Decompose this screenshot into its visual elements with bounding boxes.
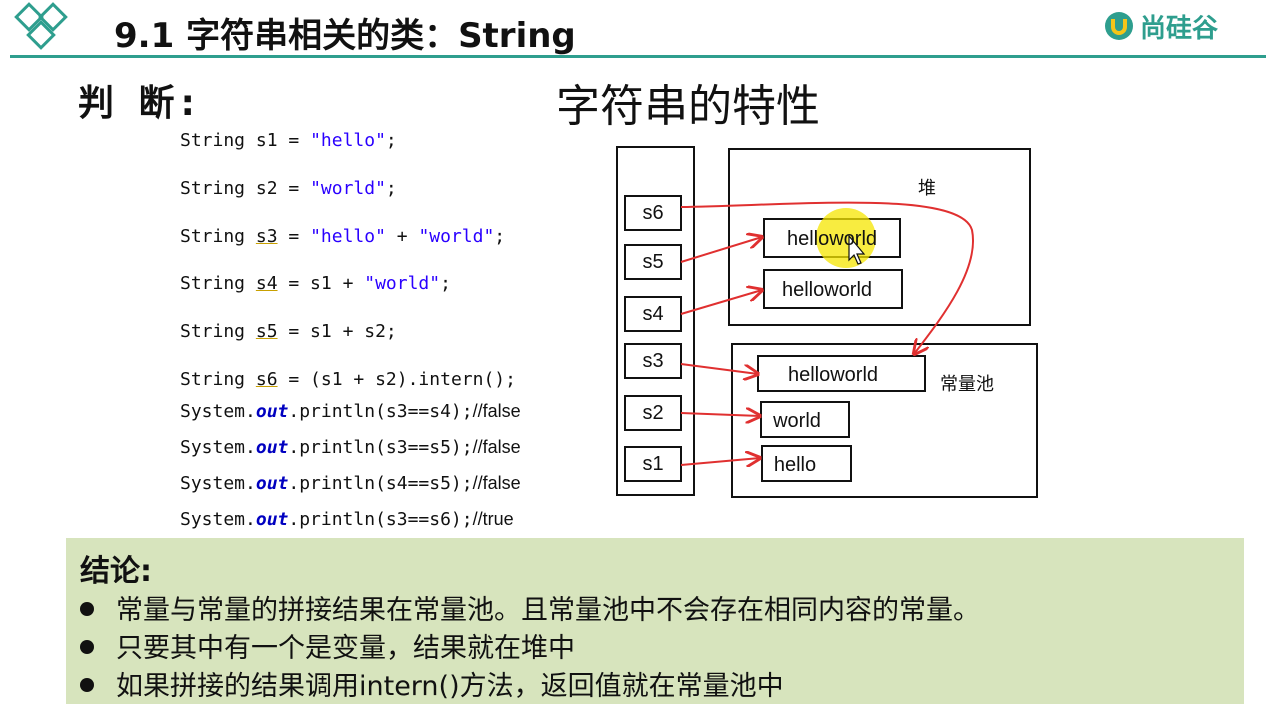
conclusion-bullet-3: 如果拼接的结果调用intern()方法，返回值就在常量池中 (80, 664, 784, 703)
constant-pool-label: 常量池 (940, 374, 994, 394)
conclusion-panel: 结论: 常量与常量的拼接结果在常量池。且常量池中不会存在相同内容的常量。 只要其… (66, 538, 1244, 704)
stack-label-s6: s6 (642, 202, 664, 224)
conclusion-title: 结论: (80, 554, 152, 589)
bullet-dot-icon (80, 677, 94, 692)
pool-item-helloworld: helloworld (787, 364, 879, 386)
pool-item-world: world (773, 410, 821, 432)
pool-item-hello: hello (773, 454, 817, 476)
stack-label-s1: s1 (642, 453, 664, 475)
stack-label-s5: s5 (642, 251, 664, 273)
conclusion-bullet-1: 常量与常量的拼接结果在常量池。且常量池中不会存在相同内容的常量。 (80, 588, 980, 627)
stack-label-s3: s3 (642, 350, 664, 372)
heap-label: 堆 (918, 178, 936, 198)
stack-label-s2: s2 (642, 402, 664, 424)
bullet-dot-icon (80, 601, 94, 616)
stack-label-s4: s4 (642, 303, 664, 325)
bullet-dot-icon (80, 639, 94, 654)
heap-item-1: helloworld (786, 228, 878, 250)
conclusion-bullet-2: 只要其中有一个是变量，结果就在堆中 (80, 626, 575, 665)
heap-item-2: helloworld (781, 279, 873, 301)
